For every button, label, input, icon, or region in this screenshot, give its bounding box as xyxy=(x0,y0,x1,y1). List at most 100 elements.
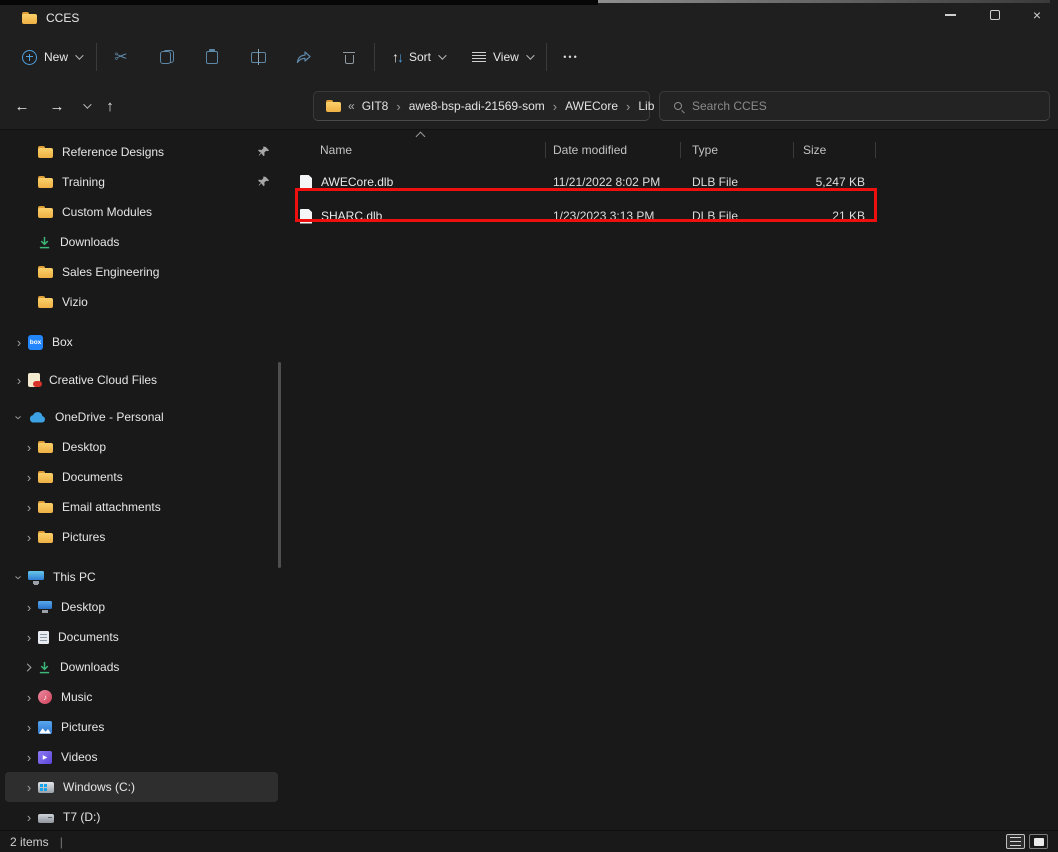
sidebar-item-training[interactable]: Training xyxy=(5,167,278,197)
sidebar-item-box[interactable]: › box Box xyxy=(5,327,278,357)
maximize-button[interactable] xyxy=(978,0,1012,30)
toolbar-divider xyxy=(546,43,547,71)
thumbnails-view-button[interactable] xyxy=(1029,834,1048,849)
status-divider: | xyxy=(60,835,63,849)
folder-icon xyxy=(38,441,53,453)
view-button[interactable]: View xyxy=(464,39,540,75)
status-item-count: 2 items xyxy=(10,835,49,849)
chevron-right-icon[interactable]: › xyxy=(22,691,36,704)
column-divider[interactable] xyxy=(680,142,681,158)
breadcrumb-item[interactable]: GIT8 xyxy=(362,99,389,113)
minimize-button[interactable] xyxy=(933,0,967,30)
chevron-right-icon[interactable]: › xyxy=(22,531,36,544)
windows-drive-icon xyxy=(38,782,54,793)
sidebar-item-onedrive-documents[interactable]: › Documents xyxy=(5,462,278,492)
sidebar-item-this-pc[interactable]: › This PC xyxy=(5,562,278,592)
back-button[interactable]: ← xyxy=(8,91,36,121)
status-bar: 2 items | xyxy=(0,830,1058,852)
new-button[interactable]: New xyxy=(12,39,91,75)
chevron-right-icon[interactable] xyxy=(22,661,36,674)
folder-icon xyxy=(38,501,53,513)
column-divider[interactable] xyxy=(545,142,546,158)
share-button[interactable] xyxy=(285,39,321,75)
sidebar-item-creative-cloud-files[interactable]: › Creative Cloud Files xyxy=(5,365,278,395)
sort-arrows-icon: ↑↓ xyxy=(392,49,402,65)
chevron-right-icon[interactable]: › xyxy=(22,721,36,734)
chevron-right-icon[interactable]: › xyxy=(22,751,36,764)
cut-button[interactable]: ✂ xyxy=(103,39,139,75)
pictures-icon xyxy=(38,721,52,734)
column-divider[interactable] xyxy=(875,142,876,158)
breadcrumb-item[interactable]: AWECore xyxy=(565,99,618,113)
explorer-tab[interactable]: CCES xyxy=(10,5,79,30)
column-header-size[interactable]: Size xyxy=(793,143,875,157)
breadcrumb-item[interactable]: Lib xyxy=(638,99,654,113)
chevron-right-icon[interactable]: › xyxy=(22,781,36,794)
chevron-down-icon xyxy=(526,51,534,59)
paste-button[interactable] xyxy=(194,39,230,75)
sidebar-scrollbar[interactable] xyxy=(278,362,281,568)
column-header-date-modified[interactable]: Date modified xyxy=(545,143,680,157)
chevron-down-icon[interactable]: › xyxy=(13,570,26,584)
rename-button[interactable] xyxy=(240,39,276,75)
up-button[interactable]: ↑ xyxy=(96,91,124,121)
chevron-down-icon[interactable]: › xyxy=(13,410,26,424)
sidebar-item-downloads[interactable]: Downloads xyxy=(5,227,278,257)
chevron-right-icon[interactable]: › xyxy=(12,336,26,349)
minimize-icon xyxy=(945,14,956,15)
sidebar-item-music[interactable]: › ♪ Music xyxy=(5,682,278,712)
column-divider[interactable] xyxy=(793,142,794,158)
search-box[interactable] xyxy=(659,91,1050,121)
sidebar-item-downloads-pc[interactable]: Downloads xyxy=(5,652,278,682)
sidebar-item-onedrive-personal[interactable]: › OneDrive - Personal xyxy=(5,402,278,432)
close-button[interactable]: × xyxy=(1020,0,1054,30)
music-icon: ♪ xyxy=(38,690,52,704)
search-input[interactable] xyxy=(692,99,1039,113)
sidebar-item-onedrive-pictures[interactable]: › Pictures xyxy=(5,522,278,552)
view-label: View xyxy=(493,50,519,64)
chevron-right-icon[interactable]: › xyxy=(22,601,36,614)
delete-button[interactable] xyxy=(331,39,367,75)
thumbnails-view-icon xyxy=(1034,838,1044,846)
sidebar-item-email-attachments[interactable]: › Email attachments xyxy=(5,492,278,522)
navigation-pane: Reference Designs Training Custom Module… xyxy=(0,132,287,830)
paste-icon xyxy=(206,50,218,64)
breadcrumb-item[interactable]: awe8-bsp-adi-21569-som xyxy=(409,99,545,113)
sidebar-item-pictures[interactable]: › Pictures xyxy=(5,712,278,742)
sidebar-item-vizio[interactable]: Vizio xyxy=(5,287,278,317)
sidebar-item-custom-modules[interactable]: Custom Modules xyxy=(5,197,278,227)
folder-icon xyxy=(38,266,53,278)
sidebar-item-reference-designs[interactable]: Reference Designs xyxy=(5,137,278,167)
copy-icon xyxy=(160,50,174,64)
address-bar[interactable]: « GIT8 › awe8-bsp-adi-21569-som › AWECor… xyxy=(313,91,650,121)
sort-button[interactable]: ↑↓ Sort xyxy=(384,39,452,75)
sidebar-item-documents[interactable]: › Documents xyxy=(5,622,278,652)
sidebar-item-t7-d[interactable]: › T7 (D:) xyxy=(5,802,278,830)
forward-button[interactable]: → xyxy=(43,91,71,121)
column-header-name[interactable]: Name xyxy=(287,143,545,157)
breadcrumb-overflow[interactable]: « xyxy=(348,99,355,113)
chevron-right-icon[interactable]: › xyxy=(22,811,36,824)
chevron-right-icon[interactable]: › xyxy=(22,441,36,454)
column-header-type[interactable]: Type xyxy=(680,143,793,157)
more-button[interactable]: ••• xyxy=(554,39,588,75)
sidebar-item-windows-c[interactable]: › Windows (C:) xyxy=(5,772,278,802)
sidebar-item-desktop[interactable]: › Desktop xyxy=(5,592,278,622)
sidebar-item-videos[interactable]: › ▶ Videos xyxy=(5,742,278,772)
sidebar-item-sales-engineering[interactable]: Sales Engineering xyxy=(5,257,278,287)
chevron-right-icon[interactable]: › xyxy=(12,374,26,387)
sidebar-item-onedrive-desktop[interactable]: › Desktop xyxy=(5,432,278,462)
folder-icon xyxy=(38,531,53,543)
chevron-right-icon[interactable]: › xyxy=(22,471,36,484)
download-icon xyxy=(38,236,51,249)
chevron-right-icon[interactable]: › xyxy=(22,501,36,514)
tab-title: CCES xyxy=(46,11,79,25)
sort-label: Sort xyxy=(409,50,431,64)
copy-button[interactable] xyxy=(149,39,185,75)
folder-icon xyxy=(38,146,53,158)
chevron-right-icon[interactable]: › xyxy=(22,631,36,644)
file-type: DLB File xyxy=(680,175,793,189)
tab-strip xyxy=(0,0,598,5)
details-view-button[interactable] xyxy=(1006,834,1025,849)
file-list-pane: Name Date modified Type Size AWECore.dlb… xyxy=(287,132,1058,830)
